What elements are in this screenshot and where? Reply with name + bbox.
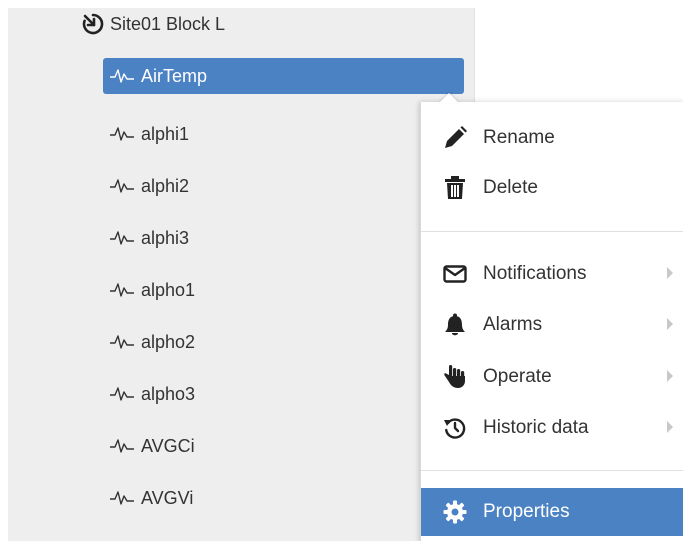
envelope-icon bbox=[441, 260, 469, 288]
tree-item-alphi2[interactable]: alphi2 bbox=[103, 168, 464, 204]
tree-item-alpho2[interactable]: alpho2 bbox=[103, 324, 464, 360]
menu-item-label: Rename bbox=[483, 127, 555, 148]
menu-item-label: Alarms bbox=[483, 314, 543, 335]
signal-icon bbox=[110, 69, 134, 83]
gear-icon bbox=[441, 498, 469, 526]
site-link-icon bbox=[82, 13, 104, 35]
tree-item-airtemp[interactable]: AirTemp bbox=[103, 58, 464, 94]
menu-item-rename[interactable]: Rename bbox=[421, 116, 683, 160]
tree-item-label: alpho3 bbox=[141, 383, 196, 404]
menu-item-label: Notifications bbox=[483, 263, 587, 284]
signal-icon bbox=[110, 439, 134, 453]
tree-item-label: alpho1 bbox=[141, 279, 196, 300]
tree-root-label: Site01 Block L bbox=[110, 13, 226, 34]
bell-icon bbox=[441, 311, 469, 339]
menu-item-operate[interactable]: Operate bbox=[421, 355, 683, 399]
signal-icon bbox=[110, 335, 134, 349]
tree-item-avgci[interactable]: AVGCi bbox=[103, 428, 464, 464]
menu-item-delete[interactable]: Delete bbox=[421, 166, 683, 210]
menu-item-label: Operate bbox=[483, 366, 552, 387]
menu-caret bbox=[439, 93, 459, 103]
signal-icon bbox=[110, 491, 134, 505]
tree-item-label: AVGVi bbox=[141, 487, 194, 508]
signal-icon bbox=[110, 127, 134, 141]
submenu-arrow-icon bbox=[667, 267, 673, 279]
tree-item-label: alphi2 bbox=[141, 175, 190, 196]
tree-item-label: alpho2 bbox=[141, 331, 196, 352]
tree-item-alphi1[interactable]: alphi1 bbox=[103, 116, 464, 152]
panel-divider bbox=[474, 8, 475, 108]
tree-item-label: alphi1 bbox=[141, 123, 190, 144]
menu-item-label: Historic data bbox=[483, 417, 589, 438]
signal-icon bbox=[110, 283, 134, 297]
hand-icon bbox=[441, 363, 469, 391]
signal-icon bbox=[110, 387, 134, 401]
menu-item-notifications[interactable]: Notifications bbox=[421, 252, 683, 296]
menu-separator bbox=[421, 470, 683, 471]
tree-item-alpho1[interactable]: alpho1 bbox=[103, 272, 464, 308]
signal-icon bbox=[110, 231, 134, 245]
menu-item-historic-data[interactable]: Historic data bbox=[421, 406, 683, 450]
menu-item-alarms[interactable]: Alarms bbox=[421, 303, 683, 347]
submenu-arrow-icon bbox=[667, 370, 673, 382]
menu-separator bbox=[421, 231, 683, 232]
menu-item-label: Properties bbox=[483, 501, 570, 522]
signal-icon bbox=[110, 179, 134, 193]
submenu-arrow-icon bbox=[667, 421, 673, 433]
pencil-icon bbox=[441, 124, 469, 152]
tree-item-avgvi[interactable]: AVGVi bbox=[103, 480, 464, 516]
tree-item-label: alphi3 bbox=[141, 227, 190, 248]
context-menu: Rename Delete Notifications Alarms Opera… bbox=[420, 102, 683, 541]
tree-root-site[interactable]: Site01 Block L bbox=[82, 12, 225, 36]
tree-item-alpho3[interactable]: alpho3 bbox=[103, 376, 464, 412]
tree-item-label: AirTemp bbox=[141, 65, 208, 86]
menu-item-label: Delete bbox=[483, 177, 538, 198]
history-icon bbox=[441, 414, 469, 442]
tree-item-label: AVGCi bbox=[141, 435, 195, 456]
tree-item-alphi3[interactable]: alphi3 bbox=[103, 220, 464, 256]
trash-icon bbox=[441, 174, 469, 202]
submenu-arrow-icon bbox=[667, 318, 673, 330]
menu-item-properties[interactable]: Properties bbox=[421, 488, 683, 536]
